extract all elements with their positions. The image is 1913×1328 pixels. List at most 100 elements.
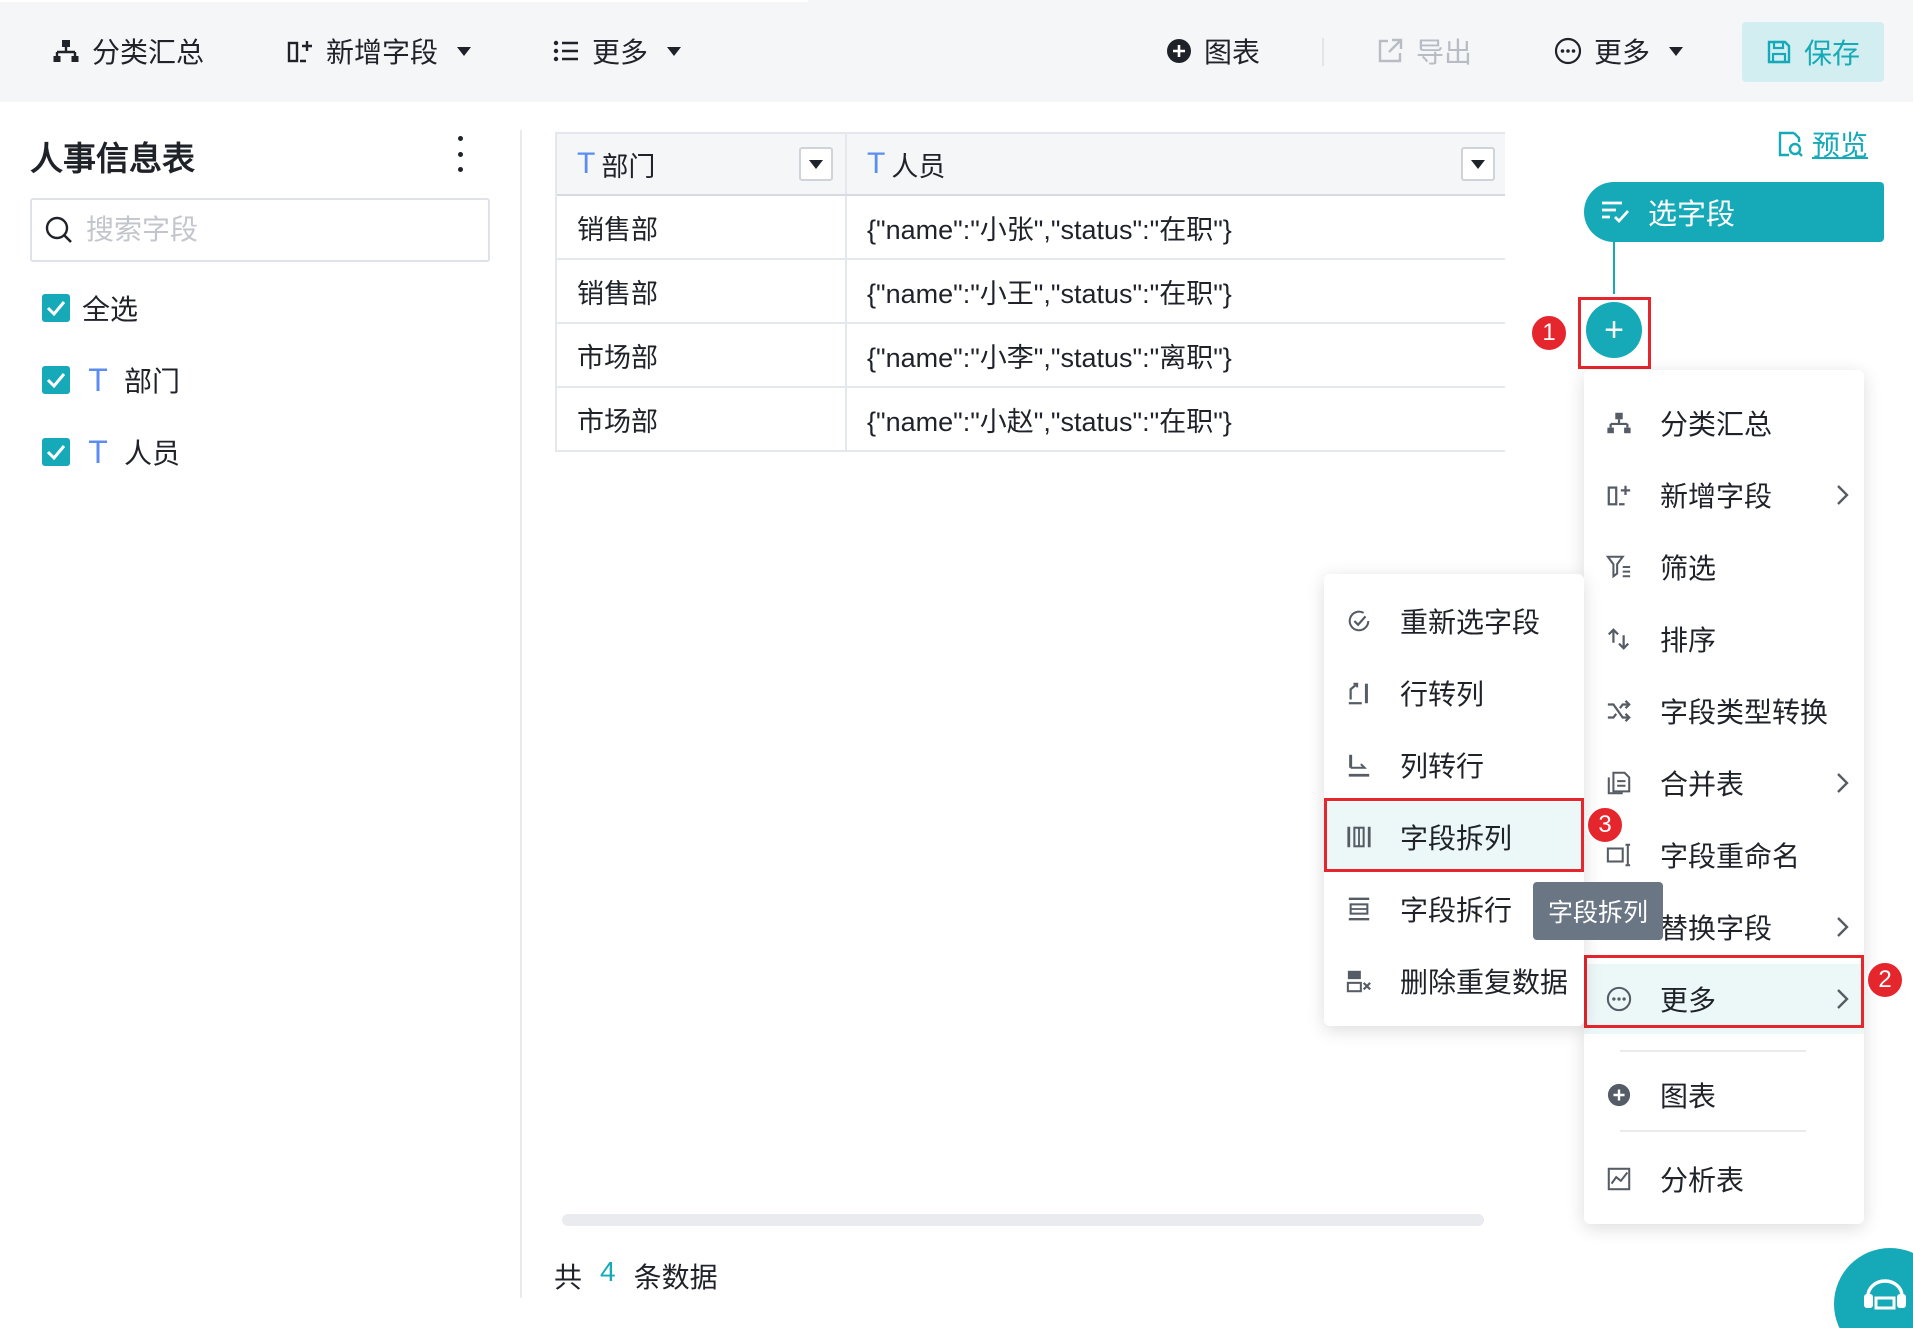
add-step-button[interactable]: +: [1586, 302, 1642, 358]
column-header-label: 部门: [601, 151, 656, 182]
select-fields-icon: [1602, 201, 1630, 224]
save-label: 保存: [1803, 38, 1860, 69]
add-field-icon: [1607, 485, 1631, 506]
annotation-badge-1: 1: [1530, 314, 1568, 352]
search-icon: [45, 216, 72, 243]
text-type-icon: T: [88, 361, 108, 398]
chart-plus-icon: [1607, 1083, 1631, 1107]
add-field-dropdown[interactable]: 新增字段: [286, 26, 472, 76]
chevron-right-icon: [1837, 485, 1849, 505]
submenu-item-label: 行转列: [1400, 679, 1485, 710]
more-left-label: 更多: [592, 37, 649, 68]
group-icon: [53, 40, 79, 62]
dedupe-icon: [1346, 970, 1371, 993]
row-to-column-icon: [1348, 682, 1368, 705]
menu-item-group-summary[interactable]: 分类汇总: [1584, 388, 1864, 458]
submenu-item-label: 列转行: [1400, 751, 1485, 782]
menu-item-label: 合并表: [1660, 769, 1745, 800]
group-icon: [1607, 412, 1631, 434]
column-header-person[interactable]: T 人员: [847, 134, 1505, 194]
add-field-label: 新增字段: [326, 37, 439, 68]
data-table: T 部门 T 人员 销售部 {"name":"小张","status":"在职"…: [555, 132, 1505, 452]
menu-item-chart[interactable]: 图表: [1584, 1060, 1864, 1130]
save-button[interactable]: 保存: [1742, 22, 1884, 82]
check-icon: [46, 301, 66, 316]
record-count-prefix: 共: [554, 1262, 583, 1293]
more-dropdown-right[interactable]: 更多: [1554, 26, 1684, 76]
table-header-row: T 部门 T 人员: [557, 134, 1505, 196]
submenu-item-split-column[interactable]: 字段拆列: [1324, 802, 1584, 872]
search-input[interactable]: [86, 214, 446, 246]
caret-down-icon: [1669, 47, 1684, 56]
menu-item-type-convert[interactable]: 字段类型转换: [1584, 676, 1864, 746]
split-column-tooltip: 字段拆列: [1533, 882, 1663, 940]
select-fields-label: 选字段: [1648, 199, 1736, 231]
preview-link[interactable]: 预览: [1776, 124, 1868, 164]
column-header-dept[interactable]: T 部门: [557, 134, 847, 194]
select-fields-node[interactable]: 选字段: [1584, 182, 1884, 242]
table-row: 销售部 {"name":"小王","status":"在职"}: [557, 260, 1505, 324]
column-dropdown-button[interactable]: [1461, 147, 1495, 181]
more-submenu: 重新选字段 行转列 列转行 字段拆列 字段拆行 删除重复数据: [1324, 574, 1584, 1026]
panel-title: 人事信息表: [30, 140, 195, 177]
column-to-row-icon: [1348, 754, 1370, 777]
panel-divider: [520, 130, 522, 1298]
menu-item-label: 更多: [1660, 985, 1717, 1016]
column-dropdown-button[interactable]: [799, 147, 833, 181]
export-button[interactable]: 导出: [1376, 26, 1472, 76]
more-dropdown-left[interactable]: 更多: [552, 26, 682, 76]
menu-item-analysis[interactable]: 分析表: [1584, 1144, 1864, 1214]
table-cell: {"name":"小王","status":"在职"}: [867, 278, 1232, 309]
operations-menu: 分类汇总 新增字段 筛选 排序 字段类型转换 合并表 字段重命名 替换字段 更多…: [1584, 370, 1864, 1224]
save-icon: [1767, 40, 1791, 64]
field-checkbox-person[interactable]: [42, 438, 70, 466]
group-summary-button[interactable]: 分类汇总: [52, 26, 204, 76]
submenu-item-dedupe[interactable]: 删除重复数据: [1324, 946, 1584, 1016]
menu-item-rename[interactable]: 字段重命名: [1584, 820, 1864, 890]
rename-icon: [1606, 843, 1631, 867]
chart-label: 图表: [1204, 37, 1261, 68]
chevron-right-icon: [1837, 989, 1849, 1009]
table-cell: 销售部: [557, 196, 847, 258]
menu-item-label: 字段重命名: [1660, 841, 1801, 872]
flow-connector: [1613, 242, 1615, 294]
menu-item-more[interactable]: 更多: [1584, 964, 1864, 1034]
toolbar-top-highlight: [0, 0, 808, 2]
kebab-menu-icon[interactable]: [452, 136, 468, 172]
caret-down-icon: [457, 47, 472, 56]
menu-item-label: 分析表: [1660, 1165, 1745, 1196]
chart-button[interactable]: 图表: [1166, 26, 1260, 76]
search-field-box[interactable]: [30, 198, 490, 262]
submenu-item-column-to-row[interactable]: 列转行: [1324, 730, 1584, 800]
chat-support-button[interactable]: [1834, 1248, 1913, 1328]
chart-plus-icon: [1167, 39, 1191, 63]
menu-item-label: 字段类型转换: [1660, 697, 1829, 728]
menu-item-merge-table[interactable]: 合并表: [1584, 748, 1864, 818]
more-circle-icon: [1606, 986, 1632, 1012]
field-checkbox-dept[interactable]: [42, 366, 70, 394]
menu-item-add-field[interactable]: 新增字段: [1584, 460, 1864, 530]
table-cell: 销售部: [557, 260, 847, 322]
menu-item-label: 替换字段: [1660, 913, 1773, 944]
chat-icon: [1864, 1279, 1906, 1310]
record-count-suffix: 条数据: [633, 1262, 718, 1293]
filter-icon: [1606, 555, 1631, 579]
field-row-dept[interactable]: T 部门: [42, 360, 180, 400]
menu-divider: [1620, 1050, 1806, 1052]
field-name-person: 人员: [124, 438, 181, 469]
menu-item-filter[interactable]: 筛选: [1584, 532, 1864, 602]
submenu-item-label: 重新选字段: [1400, 607, 1541, 638]
select-all-row[interactable]: 全选: [42, 288, 138, 328]
field-row-person[interactable]: T 人员: [42, 432, 180, 472]
menu-item-sort[interactable]: 排序: [1584, 604, 1864, 674]
select-all-checkbox[interactable]: [42, 294, 70, 322]
table-cell: 市场部: [557, 324, 847, 386]
export-label: 导出: [1416, 37, 1473, 68]
horizontal-scrollbar[interactable]: [562, 1214, 1484, 1226]
select-all-label: 全选: [82, 294, 139, 325]
submenu-item-reselect[interactable]: 重新选字段: [1324, 586, 1584, 656]
text-type-icon: T: [867, 147, 886, 180]
submenu-item-row-to-column[interactable]: 行转列: [1324, 658, 1584, 728]
field-name-dept: 部门: [124, 366, 181, 397]
sort-icon: [1607, 628, 1630, 650]
